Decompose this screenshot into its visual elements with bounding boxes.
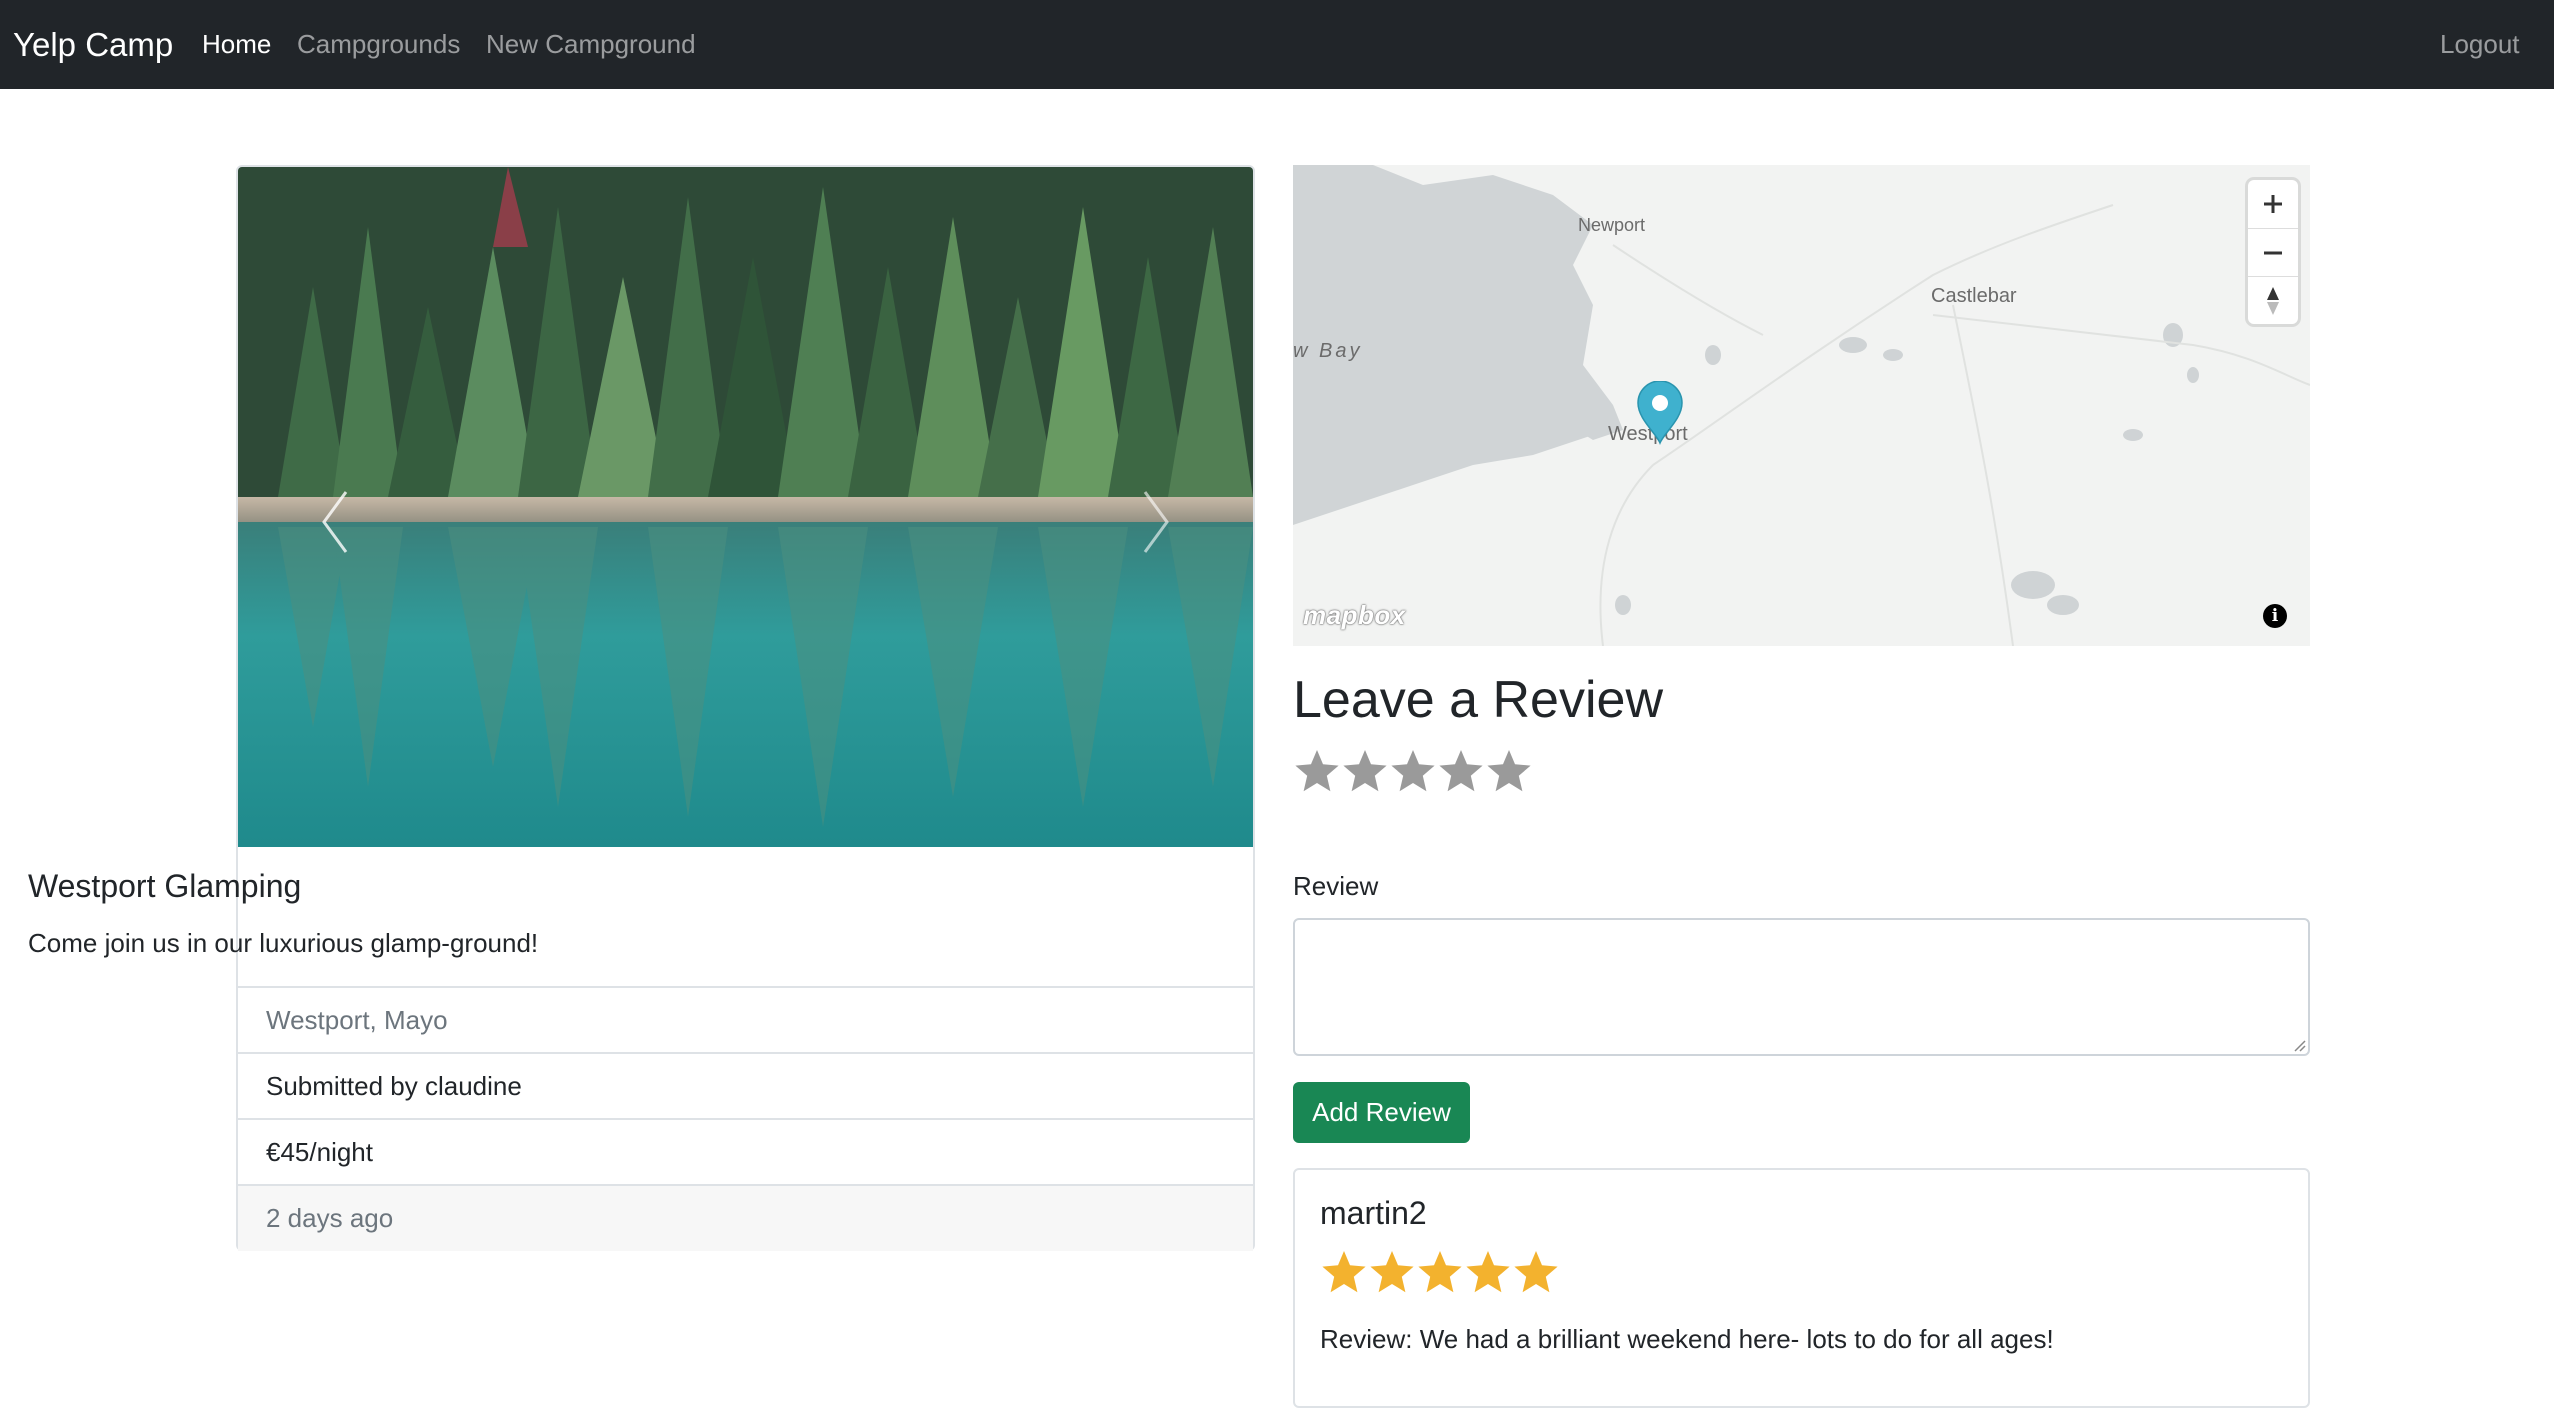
nav-link-campgrounds[interactable]: Campgrounds <box>297 0 460 89</box>
star-filled-icon <box>1514 1251 1558 1293</box>
plus-icon <box>2264 195 2282 213</box>
carousel-prev-button[interactable] <box>258 467 378 577</box>
star-empty-icon[interactable] <box>1389 747 1437 795</box>
list-item-author: Submitted by claudine <box>238 1052 1253 1118</box>
review-label: Review <box>1293 871 1379 901</box>
star-empty-icon[interactable] <box>1437 747 1485 795</box>
minus-icon <box>2264 251 2282 255</box>
map[interactable]: Newport Castlebar w Bay Westport <box>1293 165 2310 646</box>
campground-title: Westport Glamping <box>28 868 302 904</box>
nav-link-home[interactable]: Home <box>202 0 271 89</box>
review-rating <box>1320 1248 1560 1296</box>
star-filled-icon <box>1418 1251 1462 1293</box>
review-textarea[interactable] <box>1293 918 2310 1056</box>
star-empty-icon[interactable] <box>1485 747 1533 795</box>
star-empty-icon[interactable] <box>1293 747 1341 795</box>
map-navigation-controls <box>2248 180 2298 324</box>
zoom-out-button[interactable] <box>2248 228 2298 277</box>
compass-button[interactable] <box>2248 276 2298 325</box>
rating-input[interactable] <box>1293 747 1533 795</box>
campground-price: €45/night <box>266 1137 373 1167</box>
star-filled-icon <box>1466 1251 1510 1293</box>
campground-location: Westport, Mayo <box>266 1005 448 1035</box>
map-tiles <box>1293 165 2310 646</box>
resize-handle-icon[interactable] <box>2292 1038 2306 1052</box>
chevron-right-icon <box>1143 491 1169 553</box>
mapbox-logo[interactable]: mapbox <box>1303 600 1406 631</box>
leave-review-heading: Leave a Review <box>1293 671 1663 729</box>
card-footer: 2 days ago <box>238 1184 1253 1251</box>
chevron-left-icon <box>322 491 348 553</box>
brand-link[interactable]: Yelp Camp <box>13 0 173 89</box>
logout-link[interactable]: Logout <box>2440 0 2520 89</box>
image-carousel <box>238 167 1253 847</box>
compass-icon <box>2267 287 2279 315</box>
campground-description: Come join us in our luxurious glamp-grou… <box>28 928 539 958</box>
map-marker-icon[interactable] <box>1636 381 1684 445</box>
map-info-icon[interactable]: i <box>2263 604 2287 628</box>
carousel-next-button[interactable] <box>1113 467 1233 577</box>
add-review-button[interactable]: Add Review <box>1293 1082 1470 1143</box>
campground-submitted-by: Submitted by claudine <box>266 1071 522 1101</box>
navbar: Yelp Camp Home Campgrounds New Campgroun… <box>0 0 2554 89</box>
star-filled-icon <box>1370 1251 1414 1293</box>
list-item-price: €45/night <box>238 1118 1253 1184</box>
map-label-bay: w Bay <box>1293 340 1363 362</box>
list-item-location: Westport, Mayo <box>238 986 1253 1052</box>
review-author: martin2 <box>1320 1195 1427 1231</box>
star-empty-icon[interactable] <box>1341 747 1389 795</box>
review-text: Review: We had a brilliant weekend here-… <box>1320 1324 2054 1354</box>
map-label-castlebar: Castlebar <box>1931 285 2017 307</box>
posted-time: 2 days ago <box>266 1203 394 1233</box>
campground-image <box>238 167 1253 847</box>
zoom-in-button[interactable] <box>2248 180 2298 228</box>
star-filled-icon <box>1322 1251 1366 1293</box>
nav-link-new-campground[interactable]: New Campground <box>486 0 696 89</box>
map-label-newport: Newport <box>1578 215 1646 235</box>
